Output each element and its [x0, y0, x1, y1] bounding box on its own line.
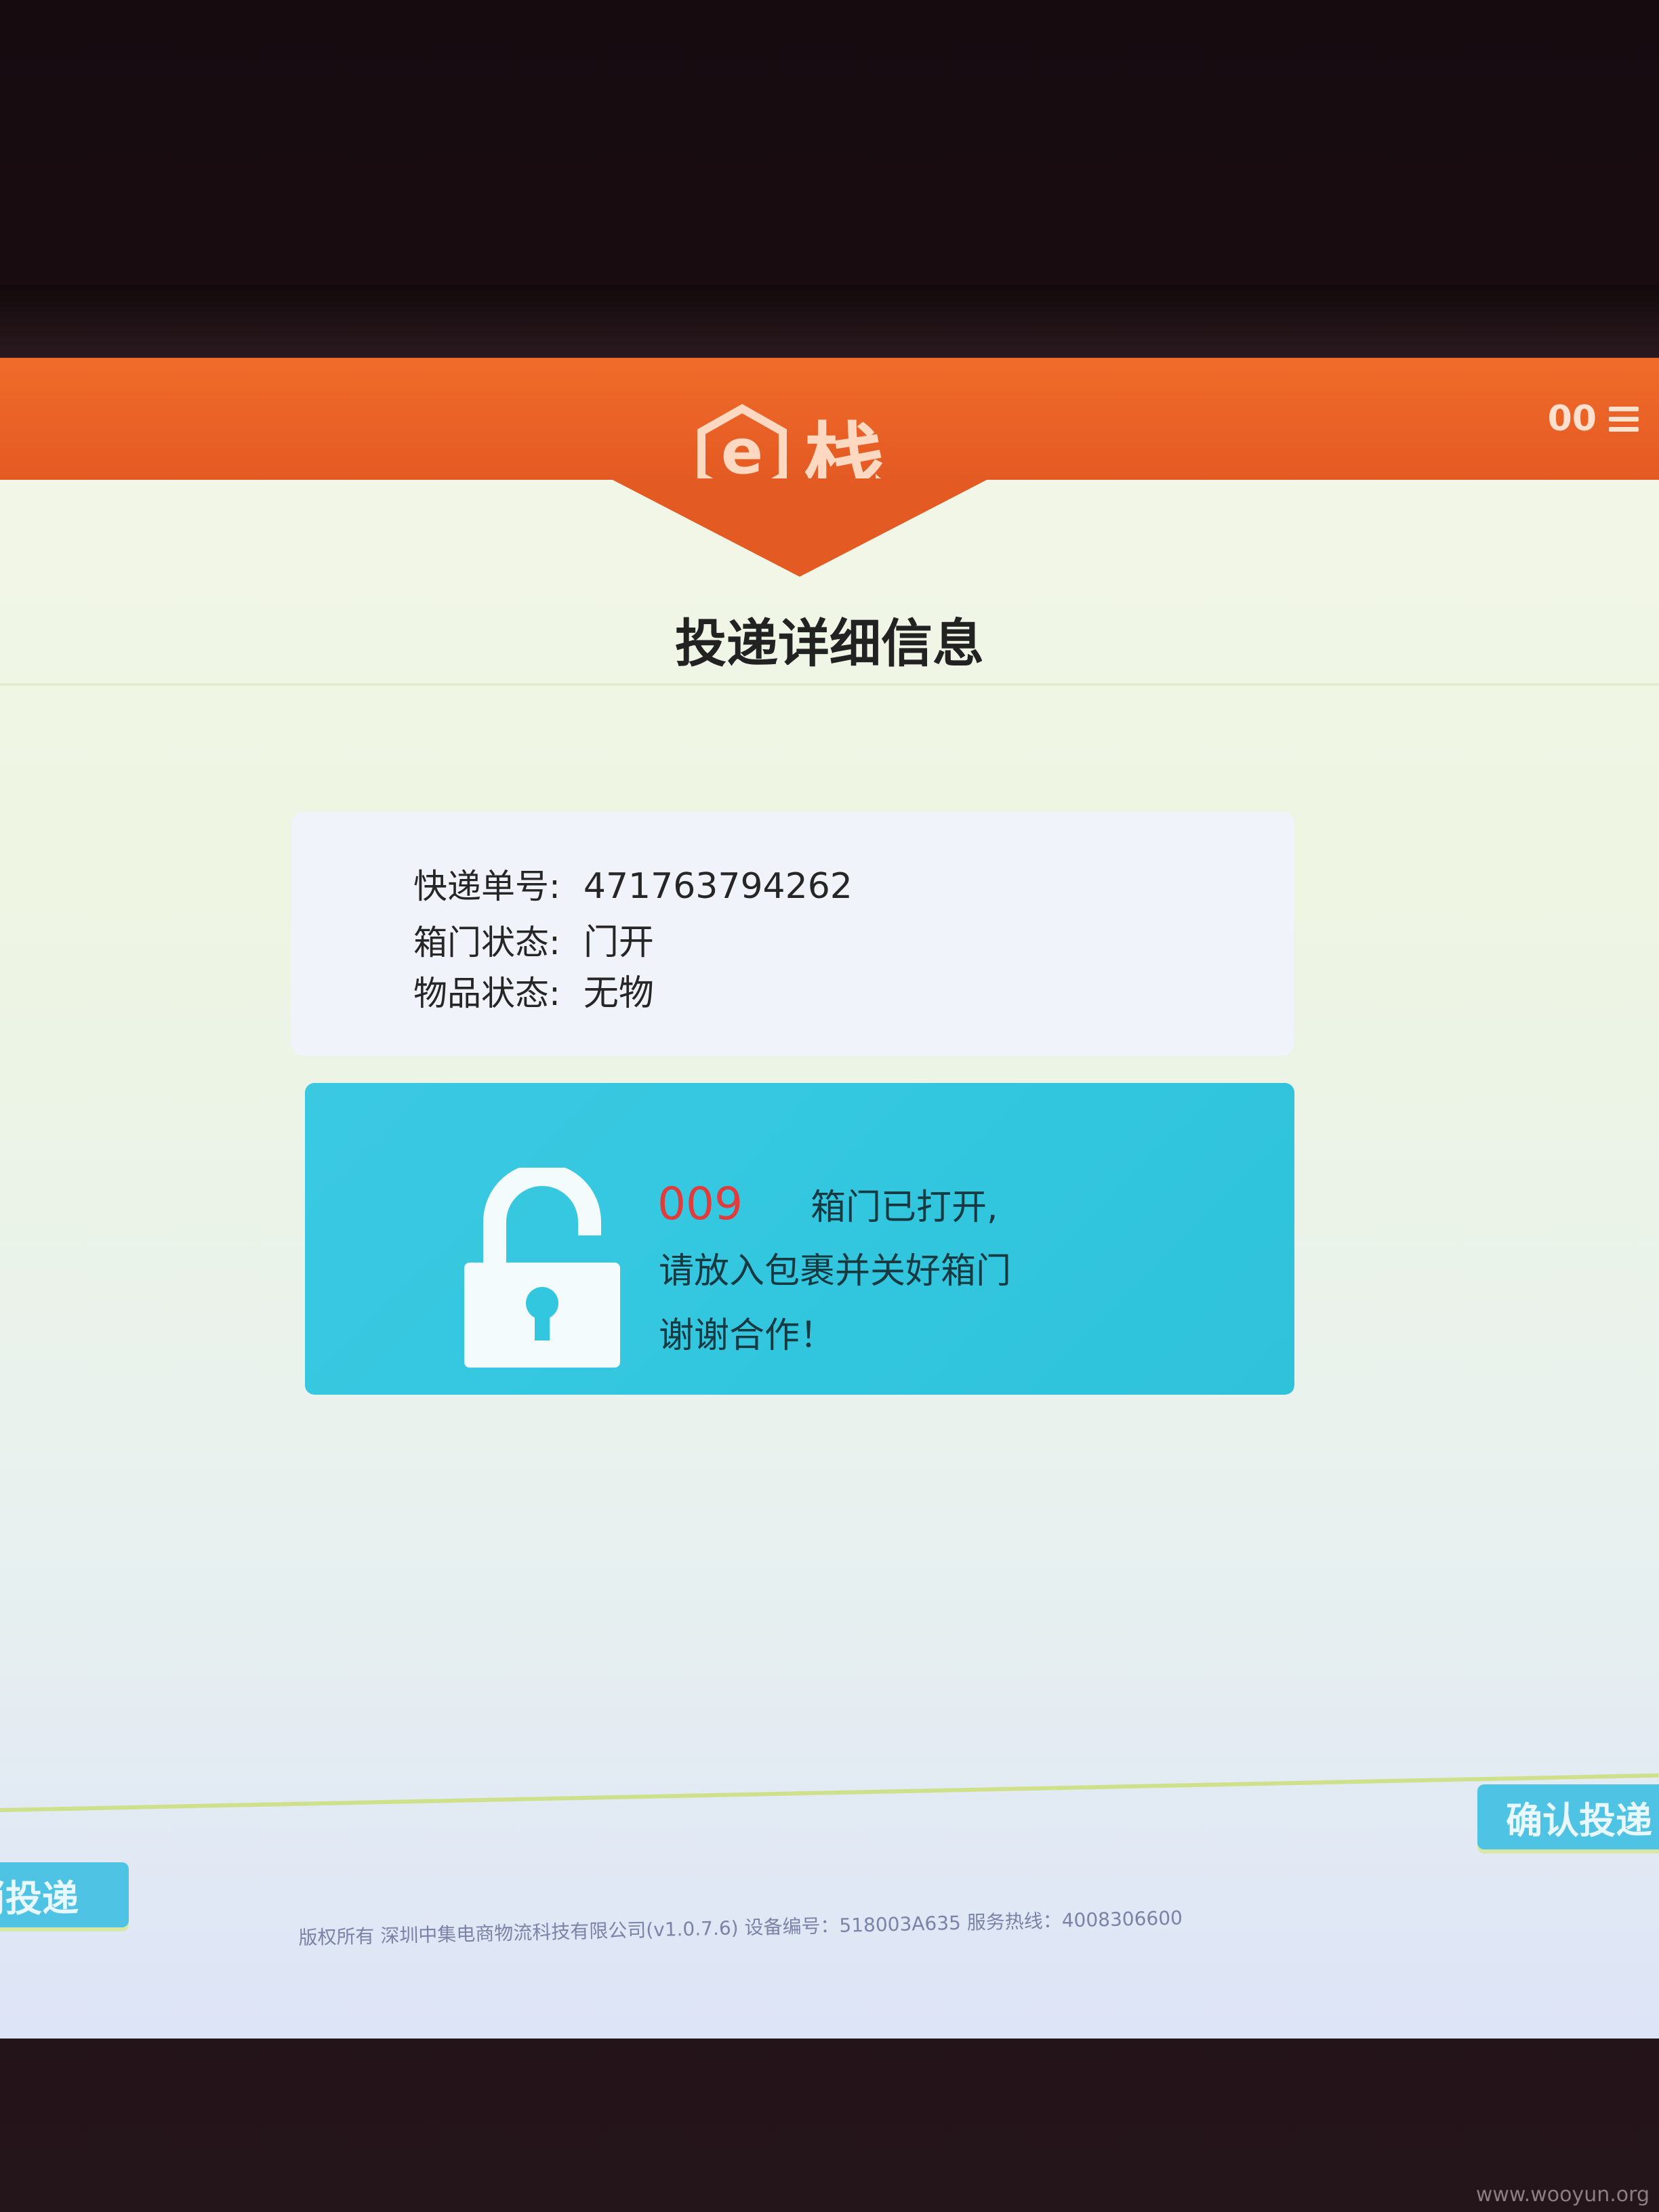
unlocked-padlock-icon — [457, 1163, 627, 1371]
title-divider — [0, 683, 1659, 686]
notice-line-1: 009 箱门已打开, — [657, 1178, 998, 1230]
tracking-number-row: 快递单号: 471763794262 — [413, 859, 853, 908]
door-open-notice: 009 箱门已打开, 请放入包裹并关好箱门 谢谢合作！ — [305, 1083, 1294, 1395]
item-status-row: 物品状态: 无物 — [413, 964, 654, 1015]
header-status-text: 00 — [1547, 398, 1597, 439]
device-bezel — [0, 285, 1659, 359]
door-status-row: 箱门状态: 门开 — [413, 914, 654, 964]
header-bar: e 栈 00 — [0, 358, 1659, 509]
header-menu[interactable]: 00 — [1548, 398, 1639, 439]
item-status-value: 无物 — [583, 973, 654, 1014]
footer-copyright: 版权所有 深圳中集电商物流科技有限公司(v1.0.7.6) 设备编号：51800… — [298, 1906, 1183, 1949]
box-number: 009 — [657, 1178, 743, 1230]
tracking-number-label: 快递单号: — [413, 867, 560, 906]
page-title: 投递详细信息 — [675, 613, 984, 674]
menu-icon[interactable] — [1609, 406, 1639, 432]
item-status-label: 物品状态: — [413, 974, 560, 1013]
bottom-divider — [0, 1773, 1659, 1812]
notice-message-1: 箱门已打开, — [810, 1187, 998, 1228]
door-status-value: 门开 — [583, 922, 654, 963]
header-notch — [610, 478, 989, 577]
delivery-info-card: 快递单号: 471763794262 箱门状态: 门开 物品状态: 无物 — [291, 812, 1294, 1056]
kiosk-screen: e 栈 00 投递详细信息 快递单号: 471763794262 箱门状态: 门… — [0, 358, 1659, 2039]
tracking-number-value: 471763794262 — [583, 866, 853, 907]
confirm-delivery-button[interactable]: 确认投递 — [1477, 1784, 1659, 1849]
notice-message-3: 谢谢合作！ — [659, 1315, 836, 1356]
logo-letter: e — [721, 415, 763, 488]
cancel-delivery-button[interactable]: 消投递 — [0, 1862, 129, 1927]
notice-message-2: 请放入包裹并关好箱门 — [659, 1251, 1012, 1292]
watermark: www.wooyun.org — [1475, 2183, 1650, 2207]
door-status-label: 箱门状态: — [413, 923, 560, 962]
photo: e 栈 00 投递详细信息 快递单号: 471763794262 箱门状态: 门… — [0, 0, 1659, 2212]
